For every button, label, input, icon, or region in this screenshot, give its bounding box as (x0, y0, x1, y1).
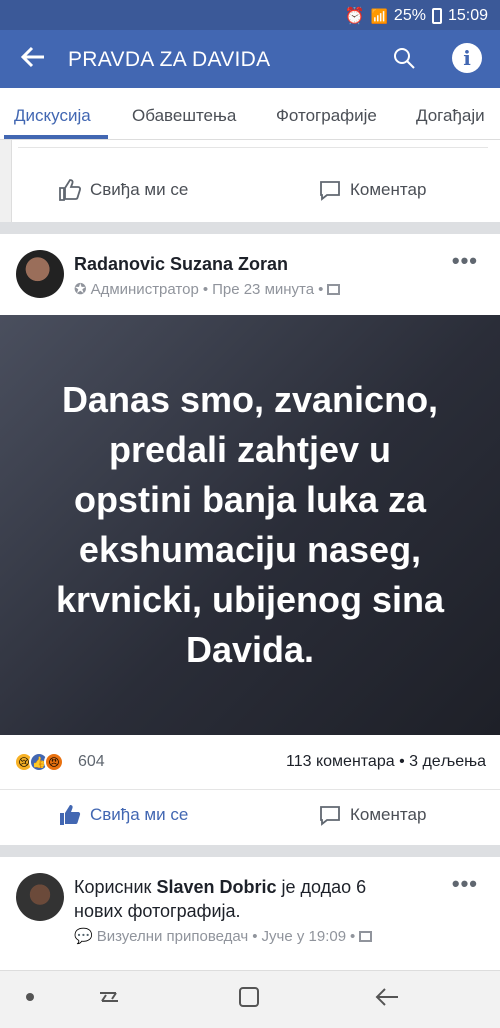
next-post-prefix: Корисник (74, 877, 152, 897)
comments-shares-count[interactable]: 113 коментара • 3 дељења (286, 753, 486, 771)
next-post-suffix: је додао 6 (281, 877, 367, 897)
comment-icon (320, 806, 340, 826)
next-post-user[interactable]: Slaven Dobric (156, 877, 276, 897)
previous-post-reactions-peek (18, 140, 488, 148)
comment-button[interactable]: Коментар (318, 803, 426, 827)
meta-separator: • (202, 280, 209, 298)
meta-separator: • (252, 927, 258, 945)
angry-reaction-icon: 😠 (44, 752, 64, 772)
post-time[interactable]: Пре 23 минута (212, 281, 314, 298)
group-privacy-icon (359, 930, 373, 942)
tab-announcements[interactable]: Обавештења (132, 106, 236, 126)
info-icon[interactable]: i (452, 43, 482, 73)
post-header: Radanovic Suzana Zoran ✪ Администратор •… (0, 234, 500, 315)
reaction-count: 604 (78, 753, 105, 770)
left-edge-divider (0, 140, 12, 222)
prev-like-label: Свиђа ми се (90, 180, 189, 199)
post-author[interactable]: Radanovic Suzana Zoran (74, 254, 288, 275)
thumbs-up-icon (60, 805, 81, 825)
back-arrow-icon[interactable] (20, 44, 46, 75)
wifi-icon: 📶 (370, 7, 388, 24)
group-privacy-icon (327, 283, 341, 295)
next-post-time[interactable]: Јуче у 19:09 (262, 928, 347, 945)
status-bar: ⏰ 📶 25% 15:09 (0, 0, 500, 30)
system-nav-bar (0, 970, 500, 1028)
nav-dot-icon[interactable] (26, 993, 34, 1001)
prev-like-button[interactable]: Свиђа ми се (58, 178, 188, 202)
previous-post-card: Свиђа ми се Коментар (0, 140, 500, 222)
next-post-meta: 💬 Визуелни приповедач • Јуче у 19:09 • (74, 927, 373, 945)
clock: 15:09 (447, 7, 488, 24)
group-title: PRAVDA ZA DAVIDA (68, 48, 271, 71)
post-actions: Свиђа ми се Коментар (0, 790, 500, 845)
search-icon[interactable] (392, 46, 418, 72)
battery-level: 25% (393, 7, 426, 24)
avatar[interactable] (16, 250, 64, 298)
visual-storyteller-icon: 💬 (74, 928, 93, 945)
meta-separator: • (318, 280, 324, 298)
comment-label: Коментар (350, 805, 427, 824)
like-button[interactable]: Свиђа ми се (58, 803, 188, 827)
comment-icon (320, 181, 340, 201)
avatar[interactable] (16, 873, 64, 921)
next-post-title: Корисник Slaven Dobric је додао 6 нових … (74, 875, 444, 923)
post-role: Администратор (90, 280, 199, 298)
post-text-background: Danas smo, zvanicno, predali zahtjev u o… (0, 315, 500, 735)
tab-photos[interactable]: Фотографије (276, 106, 377, 126)
prev-comment-button[interactable]: Коментар (318, 178, 426, 202)
next-post-line2: нових фотографија. (74, 901, 241, 921)
thumbs-up-icon (59, 179, 82, 201)
recent-apps-icon[interactable] (96, 985, 122, 1014)
home-icon[interactable] (237, 985, 261, 1014)
tab-discussion[interactable]: Дискусија (14, 106, 91, 126)
back-icon[interactable] (374, 985, 400, 1014)
more-options-icon[interactable]: ••• (452, 871, 478, 897)
previous-post-actions: Свиђа ми се Коментар (0, 164, 500, 220)
group-tabs: Дискусија Обавештења Фотографије Догађај… (0, 88, 500, 140)
like-label: Свиђа ми се (90, 805, 189, 824)
next-post-role: Визуелни приповедач (96, 927, 249, 945)
app-bar: PRAVDA ZA DAVIDA i (0, 30, 500, 88)
reaction-icons: 😢 👍 😠 (14, 752, 64, 772)
battery-icon (431, 8, 442, 24)
alarm-icon: ⏰ (344, 8, 365, 25)
post-meta: ✪ Администратор • Пре 23 минута • (74, 280, 341, 298)
more-options-icon[interactable]: ••• (452, 248, 478, 274)
tab-events[interactable]: Догађаји (416, 106, 485, 126)
meta-separator: • (350, 927, 356, 945)
active-tab-indicator (4, 135, 108, 139)
admin-badge-icon: ✪ (74, 281, 87, 298)
post-reactions-summary[interactable]: 😢 👍 😠 604 113 коментара • 3 дељења (0, 735, 500, 790)
next-post-card: Корисник Slaven Dobric је додао 6 нових … (0, 857, 500, 970)
prev-comment-label: Коментар (350, 180, 427, 199)
post-text: Danas smo, zvanicno, predali zahtjev u o… (55, 379, 445, 670)
